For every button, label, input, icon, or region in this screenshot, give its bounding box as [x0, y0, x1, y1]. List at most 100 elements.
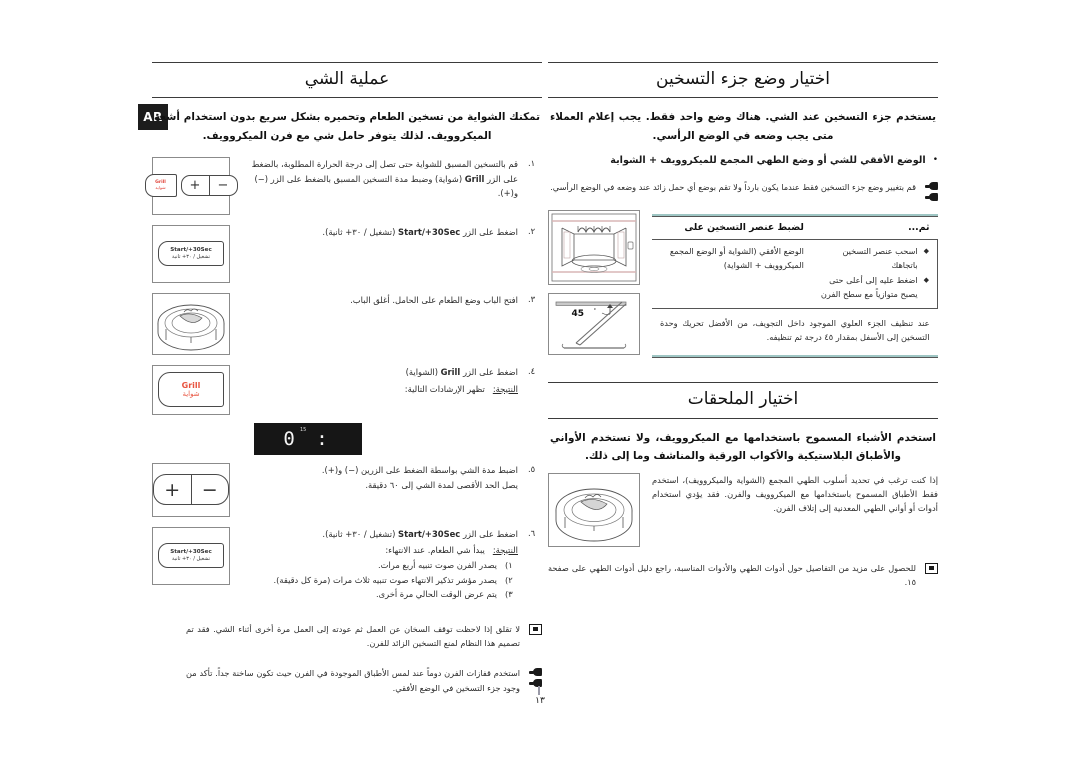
- page-footer-tick: [538, 686, 540, 695]
- table-cell-actions: ◆ اسحب عنصر التسخين باتجاهك ◆ اضغط عليه …: [811, 239, 938, 310]
- step-number: ٥.: [528, 463, 536, 474]
- diamond-bullet-icon: ◆: [923, 276, 929, 285]
- sub-text: يصدر مؤشر تذكير الانتهاء صوت تنبيه ثلاث …: [273, 574, 497, 585]
- note-cookware-guide: للحصول على مزيد من التفاصيل حول أدوات ال…: [548, 561, 938, 590]
- list-item: ٣) يتم عرض الوقت الحالي مرة أخرى.: [240, 587, 518, 602]
- table-cell-position: الوضع الأفقي (الشواية أو الوضع المجمع ال…: [652, 239, 812, 310]
- section-heading-accessories: اختيار الملحقات: [548, 382, 938, 419]
- minus-button[interactable]: −: [208, 176, 237, 196]
- section-heading-heating-position: اختيار وضع جزء التسخين: [548, 62, 938, 99]
- step-row-1: ١. قم بالتسخين المسبق للشواية حتى تصل إل…: [240, 157, 542, 201]
- table-row: ◆ اسحب عنصر التسخين باتجاهك ◆ اضغط عليه …: [652, 239, 938, 310]
- table-footnote: عند تنظيف الجزء العلوي الموجود داخل التج…: [660, 318, 930, 343]
- step-text: اضغط على الزر Start/+30Sec (تشغيل / ٣٠+ …: [240, 225, 518, 240]
- step-text-before: اضغط على الزر: [460, 366, 518, 377]
- illustration-step-6-start: Start/+30Sec تشغيل / ٣٠+ ثانية: [152, 526, 230, 585]
- sub-number: ٢): [505, 574, 513, 585]
- step-text-main: اضبط مدة الشي بواسطة الضغط على الزرين (−…: [321, 464, 518, 475]
- plus-button[interactable]: +: [182, 176, 209, 195]
- angle-value: 45: [571, 309, 584, 319]
- step-text-after: (تشغيل / ٣٠+ ثانية).: [322, 226, 399, 237]
- step-number: ٢.: [528, 225, 536, 236]
- page-title-heating-position: اختيار وضع جزء التسخين: [656, 69, 830, 89]
- note-icon-group: [925, 561, 938, 574]
- minus-button[interactable]: −: [190, 475, 229, 505]
- lead-paragraph-heating: يستخدم جزء التسخين عند الشي. هناك وضع وا…: [550, 111, 936, 142]
- table-band-bottom: [652, 355, 938, 359]
- step-text-before: اضغط على الزر: [460, 226, 518, 237]
- step-row-2: ٢. اضغط على الزر Start/+30Sec (تشغيل / ٣…: [240, 225, 542, 240]
- action-text: اضغط عليه إلى أعلى حتى يصبح متوازياً مع …: [820, 275, 918, 299]
- food-on-rack-diagram: [157, 304, 225, 351]
- step-row-6: ٦. اضغط على الزر Start/+30Sec (تشغيل / ٣…: [240, 527, 542, 602]
- action-text: اسحب عنصر التسخين باتجاهك: [842, 246, 918, 270]
- column-heating-element: اختيار وضع جزء التسخين يستخدم جزء التسخي…: [548, 62, 938, 599]
- hand-note-icon: [925, 182, 938, 191]
- note-text: قم بتغيير وضع جزء التسخين فقط عندما يكون…: [550, 182, 916, 193]
- note-change-heater-position: قم بتغيير وضع جزء التسخين فقط عندما يكون…: [548, 180, 938, 202]
- step-text-after: (الشواية): [405, 366, 441, 377]
- start-button-label-ar: تشغيل / ٣٠+ ثانية: [171, 254, 211, 261]
- illustration-combination-dish: [548, 472, 640, 547]
- step-text: قم بالتسخين المسبق للشواية حتى تصل إلى د…: [240, 157, 518, 201]
- start-30sec-button[interactable]: Start/+30Sec تشغيل / ٣٠+ ثانية: [158, 543, 224, 569]
- step-text: اضغط على الزر Start/+30Sec (تشغيل / ٣٠+ …: [240, 527, 518, 602]
- illustration-step-5-buttons: − +: [152, 462, 230, 517]
- accessories-paragraph: إذا كنت ترغب في تحديد أسلوب الطهي المجمع…: [652, 474, 938, 514]
- step-row-3: ٣. افتح الباب وضع الطعام على الحامل. أغل…: [240, 293, 542, 308]
- grill-button-name: Grill: [464, 173, 485, 184]
- illustration-step-3-rack: [152, 292, 230, 355]
- note-text: استخدم قفازات الفرن دوماً عند لمس الأطبا…: [186, 668, 520, 693]
- illustration-step-4-grill: Grill شواية: [152, 364, 230, 415]
- manual-page: AR اختيار وضع جزء التسخين يستخدم جزء الت…: [0, 0, 1080, 763]
- grill-button[interactable]: Grill شواية: [158, 372, 224, 408]
- plus-button[interactable]: +: [154, 475, 191, 504]
- step-number: ٦.: [528, 527, 536, 538]
- display-segments: 0 :: [283, 427, 333, 450]
- illustration-oven-cavity: [548, 210, 640, 286]
- result-label: النتيجة:: [492, 544, 518, 555]
- sub-number: ٣): [505, 589, 513, 600]
- start-button-label-en: Start/+30Sec: [170, 247, 212, 254]
- bullet-dot-icon: •: [932, 154, 938, 165]
- lead-paragraph-grilling: تمكنك الشواية من تسخين الطعام وتحميره بش…: [154, 111, 540, 142]
- hand-note-icon: [925, 193, 938, 202]
- sub-number: ١): [505, 560, 513, 571]
- hand-note-icon: [529, 668, 542, 677]
- heater-45-degree-diagram: 45 °: [555, 301, 627, 349]
- result-sub-list: ١) يصدر الفرن صوت تنبيه أربع مرات. ٢) يص…: [240, 558, 518, 602]
- lead-paragraph-accessories: استخدم الأشياء المسموح باستخدامها مع الم…: [550, 431, 936, 462]
- square-note-icon: [529, 623, 542, 635]
- grill-button[interactable]: Grill شواية: [144, 174, 177, 198]
- note-heater-cycling: لا تقلق إذا لاحظت توقف السخان عن العمل ث…: [152, 622, 542, 651]
- hand-note-icon: [529, 679, 542, 688]
- step-row-4: ٤. اضغط على الزر Grill (الشواية) النتيجة…: [240, 365, 542, 396]
- start-30sec-button[interactable]: Start/+30Sec تشغيل / ٣٠+ ثانية: [158, 241, 224, 267]
- bullet-horizontal-position: • الوضع الأفقي للشي أو وضع الطهي المجمع …: [548, 153, 938, 168]
- result-row: النتيجة: تظهر الإرشادات التالية:: [240, 382, 518, 397]
- table-header-then: ثم...: [811, 216, 938, 241]
- start-button-name: Start/+30Sec: [398, 528, 461, 539]
- note-icon-group: [529, 666, 542, 688]
- illustration-heater-angle: 45 °: [548, 293, 640, 356]
- page-title-accessories: اختيار الملحقات: [687, 389, 799, 410]
- grill-button-name: Grill: [440, 366, 461, 377]
- page-number: ١٣: [535, 696, 545, 706]
- step-text-after: (تشغيل / ٣٠+ ثانية).: [322, 528, 399, 539]
- grill-button-label-ar: شواية: [155, 185, 166, 190]
- minus-plus-button-pair[interactable]: − +: [153, 474, 229, 506]
- note-icon-group: [529, 622, 542, 635]
- sub-text: يتم عرض الوقت الحالي مرة أخرى.: [376, 589, 497, 600]
- sub-text: يصدر الفرن صوت تنبيه أربع مرات.: [378, 560, 497, 571]
- minus-plus-button-pair[interactable]: − +: [180, 175, 238, 197]
- table-header-setting: لضبط عنصر التسخين على: [652, 216, 812, 241]
- step-number: ٤.: [528, 365, 536, 376]
- step-text-extra: يصل الحد الأقصى لمدة الشي إلى ٦٠ دقيقة.: [365, 479, 518, 490]
- heating-position-table: ثم... لضبط عنصر التسخين على ◆ اسحب عنصر …: [652, 214, 938, 359]
- oven-cavity-diagram: [551, 213, 637, 282]
- heading-rule-bottom: [152, 97, 542, 99]
- step-text-before: اضغط على الزر: [460, 528, 518, 539]
- list-item: ٢) يصدر مؤشر تذكير الانتهاء صوت تنبيه ثل…: [240, 573, 518, 588]
- table-footnote-row: عند تنظيف الجزء العلوي الموجود داخل التج…: [652, 309, 938, 356]
- start-button-label-ar: تشغيل / ٣٠+ ثانية: [171, 556, 211, 563]
